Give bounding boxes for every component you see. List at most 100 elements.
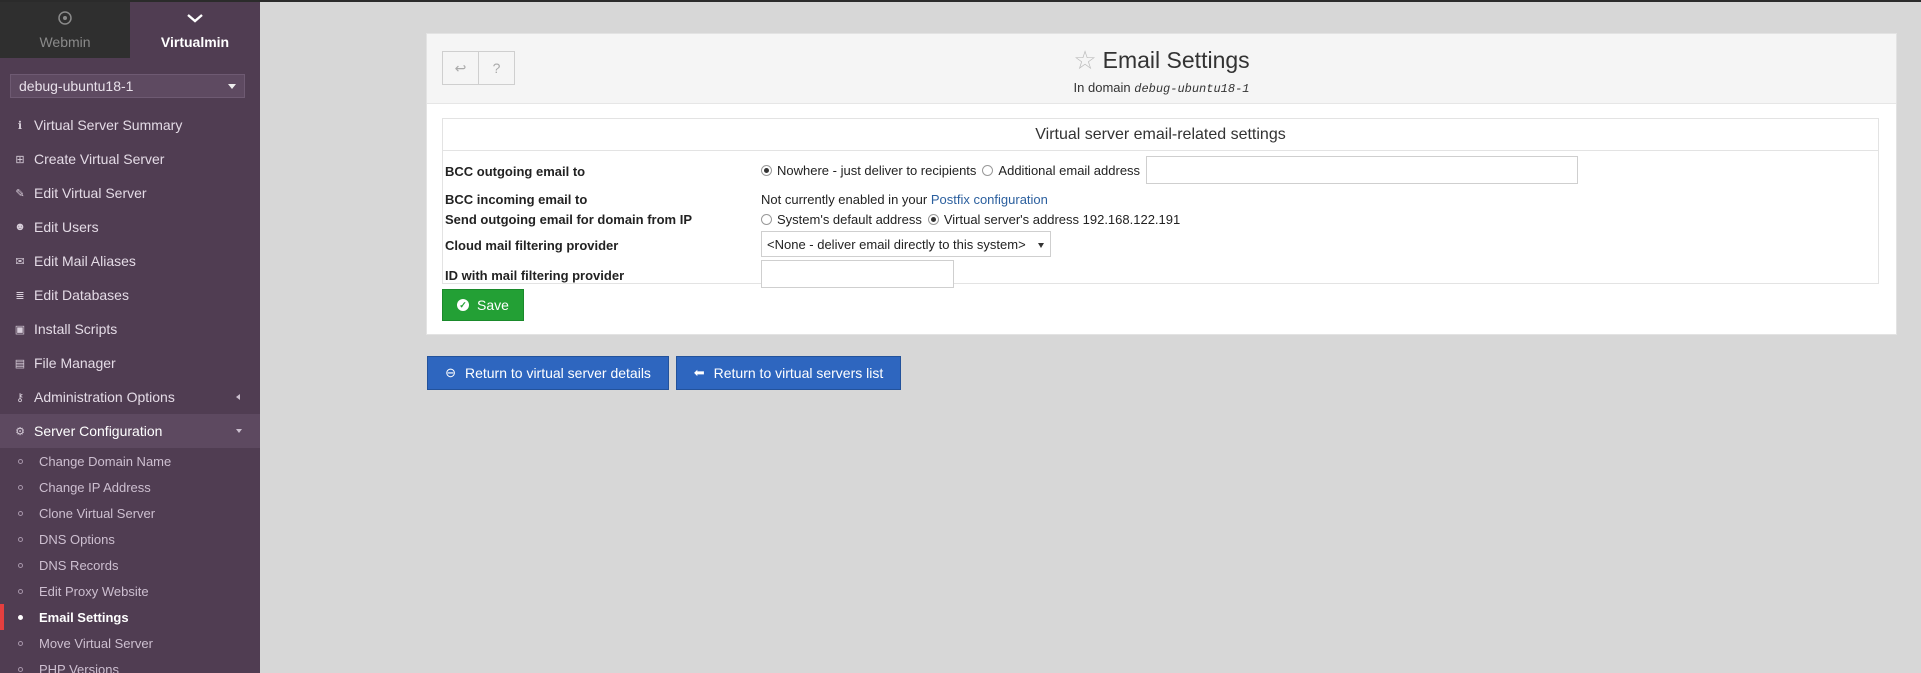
bcc-outgoing-nowhere-option[interactable]: Nowhere - just deliver to recipients [761,163,976,178]
folder-icon: ▤ [14,357,26,370]
sidebar-item-install-scripts[interactable]: ▣ Install Scripts [0,312,260,346]
sidebar-item-label: Edit Databases [34,287,129,303]
sidebar-item-label: Administration Options [34,389,175,405]
envelope-icon: ✉ [15,255,25,268]
sidebar-item-label: Create Virtual Server [34,151,165,167]
option-label: System's default address [777,212,922,227]
send-from-ip-label: Send outgoing email for domain from IP [445,212,693,227]
sidebar-subitem-label: DNS Options [39,531,115,547]
panel-header: ↩ ? ☆ Email Settings In domain debug-ubu… [427,34,1896,104]
sidebar-item-edit-users[interactable]: ☻ Edit Users [0,210,260,244]
caret-down-icon [228,84,236,89]
sidebar-subitem-label: Clone Virtual Server [39,505,156,521]
save-button[interactable]: ✓ Save [442,289,524,321]
domain-select-value: debug-ubuntu18-1 [19,78,134,94]
sidebar-subitem-edit-proxy-website[interactable]: Edit Proxy Website [0,578,260,604]
caret-down-icon [1037,243,1044,248]
circle-icon [18,615,23,620]
terminal-icon: ▣ [14,323,26,336]
top-border [0,0,1921,2]
subtitle-domain: debug-ubuntu18-1 [1134,82,1250,96]
bcc-outgoing-label: BCC outgoing email to [445,164,586,179]
radio-empty-icon[interactable] [982,164,994,176]
sidebar-subitem-label: Change IP Address [39,479,151,495]
domain-select[interactable]: debug-ubuntu18-1 [10,74,245,98]
form-section-title: Virtual server email-related settings [443,119,1878,151]
bcc-outgoing-address-input[interactable] [1146,156,1579,184]
return-to-details-button[interactable]: ⊖ Return to virtual server details [427,356,669,390]
option-label: Nowhere - just deliver to recipients [777,162,977,178]
sidebar-subitem-label: Move Virtual Server [39,635,153,651]
tab-virtualmin[interactable]: Virtualmin [130,2,260,58]
sidebar-subitem-label: DNS Records [39,557,119,573]
option-label: Virtual server's address 192.168.122.191 [943,212,1181,227]
users-icon: ☻ [14,221,26,233]
database-icon: ≣ [15,289,25,302]
sidebar-subitem-clone-virtual-server[interactable]: Clone Virtual Server [0,500,260,526]
circle-icon [18,511,23,516]
sidebar: Webmin Virtualmin debug-ubuntu18-1 ℹ Vir… [0,2,260,673]
cloud-provider-value: <None - deliver email directly to this s… [767,237,1026,252]
sidebar-item-edit-virtual-server[interactable]: ✎ Edit Virtual Server [0,176,260,210]
webmin-icon [57,10,73,28]
info-icon: ℹ [17,119,23,132]
cogs-icon: ⚙ [15,425,25,438]
sidebar-subitem-php-versions[interactable]: PHP Versions [0,656,260,673]
sidebar-subitem-dns-records[interactable]: DNS Records [0,552,260,578]
cloud-provider-select[interactable]: <None - deliver email directly to this s… [761,231,1051,257]
tab-webmin[interactable]: Webmin [0,2,130,58]
star-icon[interactable]: ☆ [1073,45,1096,76]
sidebar-subitem-label: PHP Versions [39,661,119,673]
option-label: Additional email address [998,162,1141,178]
save-button-label: Save [477,297,509,313]
main-panel: ↩ ? ☆ Email Settings In domain debug-ubu… [426,33,1897,335]
bcc-incoming-text: Not currently enabled in your [761,192,928,207]
circle-icon [18,537,23,542]
settings-form: Virtual server email-related settings BC… [442,118,1879,288]
return-details-label: Return to virtual server details [464,365,651,381]
sidebar-subitem-dns-options[interactable]: DNS Options [0,526,260,552]
send-from-virtual-option[interactable]: Virtual server's address 192.168.122.191 [927,212,1181,227]
send-from-ip-row: Send outgoing email for domain from IP S… [443,209,1878,229]
arrow-circle-left-icon: ⊖ [445,365,456,380]
postfix-config-link[interactable]: Postfix configuration [931,192,1048,207]
radio-selected-icon[interactable] [927,214,939,225]
circle-icon [18,667,23,672]
caret-left-icon [236,394,240,400]
sidebar-item-server-configuration[interactable]: ⚙ Server Configuration [0,414,260,448]
sidebar-item-create-virtual-server[interactable]: ⊞ Create Virtual Server [0,142,260,176]
sidebar-item-virtual-server-summary[interactable]: ℹ Virtual Server Summary [0,108,260,142]
sidebar-subitem-move-virtual-server[interactable]: Move Virtual Server [0,630,260,656]
cloud-provider-label: Cloud mail filtering provider [445,238,619,253]
circle-icon [18,459,23,464]
sidebar-item-label: Virtual Server Summary [34,117,183,133]
sidebar-item-edit-mail-aliases[interactable]: ✉ Edit Mail Aliases [0,244,260,278]
send-from-default-option[interactable]: System's default address [761,212,922,227]
sidebar-item-edit-databases[interactable]: ≣ Edit Databases [0,278,260,312]
provider-id-input[interactable] [761,260,954,288]
tab-webmin-label: Webmin [39,34,91,50]
bcc-outgoing-additional-option[interactable]: Additional email address [982,163,1140,178]
chevron-down-icon [186,10,204,28]
bcc-outgoing-row: BCC outgoing email to Nowhere - just del… [443,153,1878,187]
radio-selected-icon[interactable] [761,164,772,176]
sidebar-subitem-label: Edit Proxy Website [39,583,149,599]
caret-down-icon [236,429,242,433]
sidebar-item-label: Edit Mail Aliases [34,253,136,269]
circle-icon [18,589,23,594]
return-to-list-button[interactable]: ⬅ Return to virtual servers list [676,356,901,390]
radio-empty-icon[interactable] [761,214,772,225]
bcc-incoming-row: BCC incoming email to Not currently enab… [443,189,1878,209]
sidebar-item-label: Install Scripts [34,321,118,337]
sidebar-item-file-manager[interactable]: ▤ File Manager [0,346,260,380]
sidebar-subitem-change-domain-name[interactable]: Change Domain Name [0,448,260,474]
sidebar-subitem-email-settings[interactable]: Email Settings [0,604,260,630]
tab-virtualmin-label: Virtualmin [160,34,230,50]
sidebar-item-administration-options[interactable]: ⚷ Administration Options [0,380,260,414]
cloud-provider-row: Cloud mail filtering provider <None - de… [443,229,1878,259]
page-heading: ☆ Email Settings In domain debug-ubuntu1… [427,45,1896,96]
product-switcher: Webmin Virtualmin [0,2,260,58]
circle-icon [18,641,23,646]
sidebar-subitem-change-ip-address[interactable]: Change IP Address [0,474,260,500]
sidebar-item-label: Server Configuration [34,423,163,439]
